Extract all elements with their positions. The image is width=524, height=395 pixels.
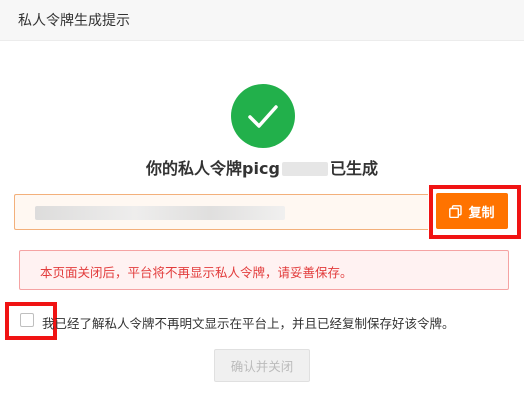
copy-button-label: 复制	[468, 205, 495, 221]
dialog-header: 私人令牌生成提示	[0, 0, 524, 41]
redacted-token-value	[35, 206, 285, 220]
warning-alert: 本页面关闭后，平台将不再显示私人令牌，请妥善保存。	[19, 250, 509, 290]
redacted-token-name	[281, 162, 328, 176]
copy-icon	[449, 204, 463, 218]
token-field[interactable]	[14, 194, 428, 230]
acknowledge-checkbox[interactable]	[20, 313, 34, 327]
copy-button[interactable]: 复制	[436, 193, 508, 229]
success-headline: 你的私人令牌picg 已生成	[0, 155, 524, 179]
confirm-close-label: 确认并关闭	[230, 359, 294, 374]
acknowledge-label[interactable]: 我已经了解私人令牌不再明文显示在平台上，并且已经复制保存好该令牌。	[42, 313, 455, 332]
checkmark-icon	[248, 105, 278, 128]
warning-text: 本页面关闭后，平台将不再显示私人令牌，请妥善保存。	[40, 265, 353, 280]
dialog-title: 私人令牌生成提示	[18, 13, 130, 29]
headline-prefix: 你的私人令牌picg	[146, 159, 280, 178]
headline-suffix: 已生成	[329, 159, 378, 178]
confirm-close-button[interactable]: 确认并关闭	[214, 349, 310, 382]
success-checkmark-icon	[231, 84, 295, 148]
